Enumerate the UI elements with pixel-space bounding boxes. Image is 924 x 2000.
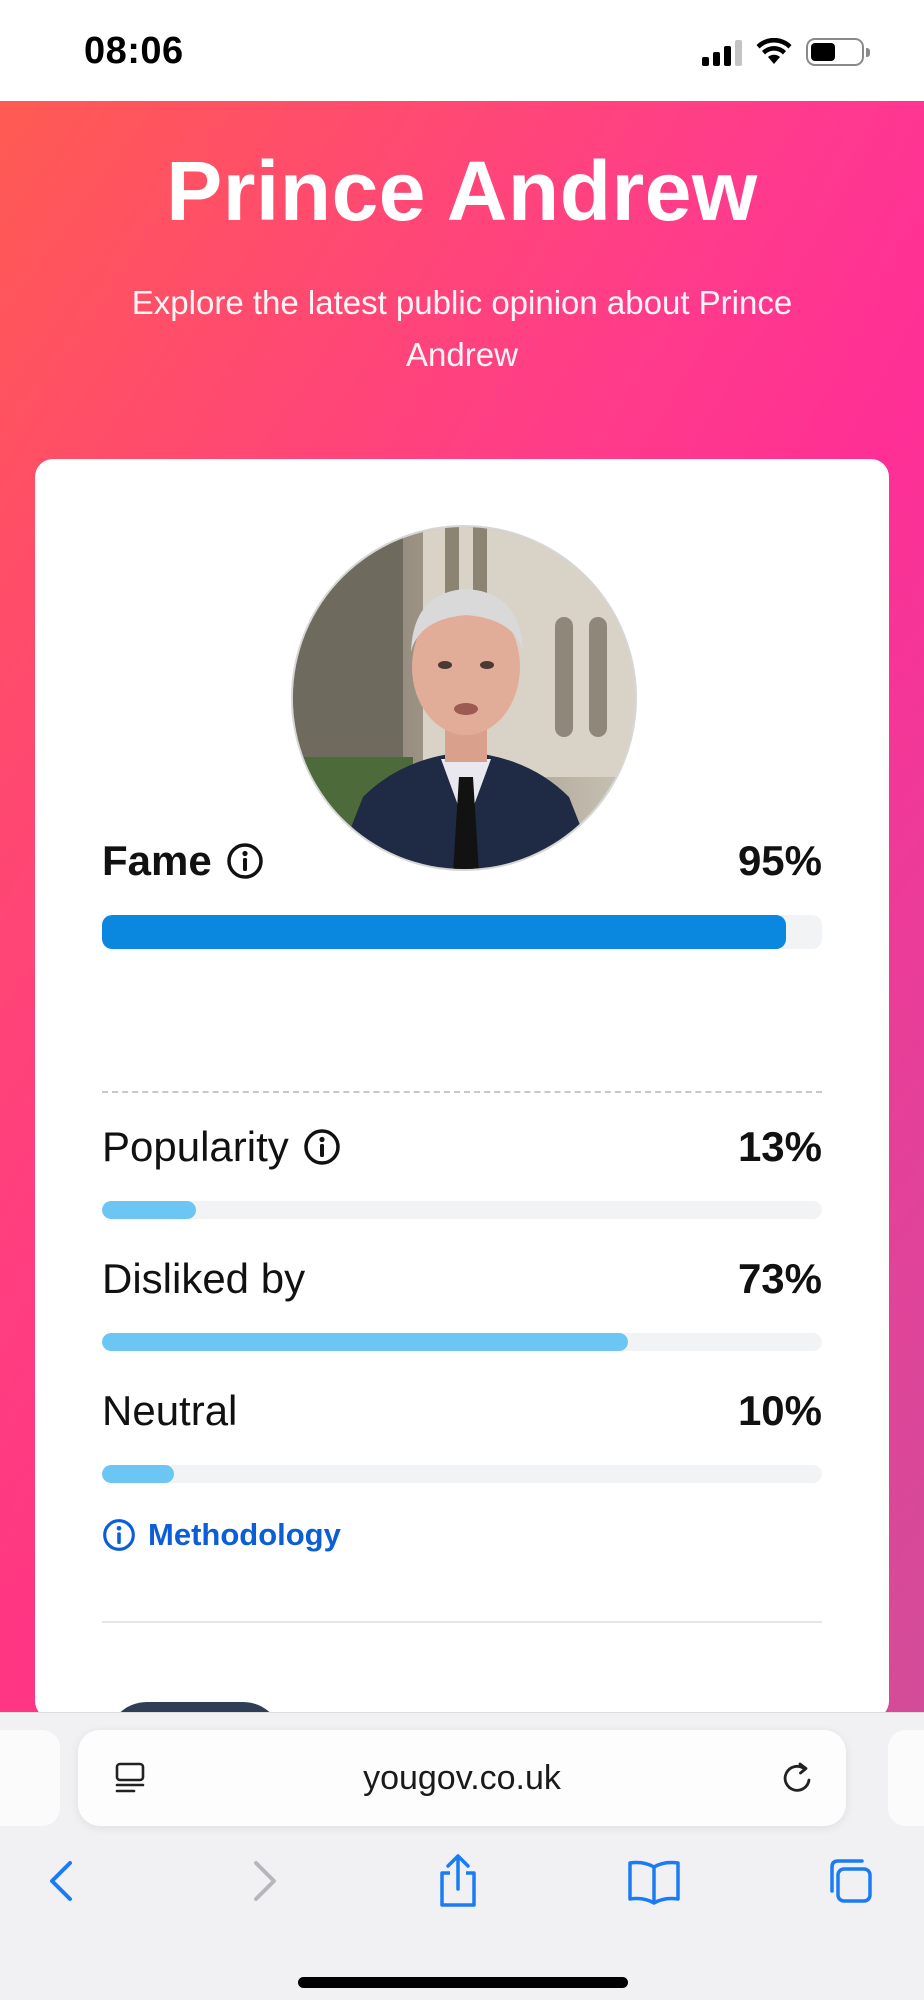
section-divider bbox=[102, 1621, 822, 1623]
metric-fame: Fame 95% bbox=[102, 837, 822, 949]
metric-popularity: Popularity 13% bbox=[102, 1123, 822, 1219]
metric-popularity-value: 13% bbox=[737, 1123, 822, 1170]
disliked-bar-fill bbox=[102, 1333, 628, 1351]
browser-chrome: yougov.co.uk bbox=[0, 1712, 924, 2000]
metric-disliked-value: 73% bbox=[737, 1255, 822, 1302]
cellular-signal-icon bbox=[702, 38, 742, 66]
back-button[interactable] bbox=[30, 1849, 94, 1913]
wifi-icon bbox=[756, 38, 792, 64]
back-icon bbox=[50, 1861, 72, 1901]
popularity-bar-fill bbox=[102, 1201, 196, 1219]
popularity-info-icon[interactable] bbox=[303, 1128, 341, 1166]
metric-neutral: Neutral 10% bbox=[102, 1387, 822, 1483]
profile-photo bbox=[291, 525, 637, 871]
fame-bar-fill bbox=[102, 915, 786, 949]
browser-toolbar bbox=[0, 1849, 924, 1929]
metric-popularity-label-group: Popularity bbox=[102, 1123, 341, 1171]
methodology-label: Methodology bbox=[148, 1517, 341, 1552]
status-icons bbox=[702, 34, 870, 70]
neutral-bar-track bbox=[102, 1465, 822, 1483]
share-icon bbox=[440, 1854, 476, 1907]
neutral-bar-fill bbox=[102, 1465, 174, 1483]
forward-icon bbox=[254, 1861, 276, 1901]
url-text: yougov.co.uk bbox=[363, 1758, 561, 1797]
metric-fame-label-group: Fame bbox=[102, 837, 264, 885]
fame-info-icon[interactable] bbox=[226, 842, 264, 880]
bookmarks-icon bbox=[628, 1860, 680, 1905]
profile-photo-illustration bbox=[293, 527, 635, 869]
address-bar[interactable]: yougov.co.uk bbox=[78, 1730, 846, 1826]
status-bar: 08:06 bbox=[0, 0, 924, 101]
methodology-info-icon bbox=[103, 1519, 135, 1551]
battery-icon bbox=[806, 38, 870, 66]
bookmarks-button[interactable] bbox=[622, 1849, 686, 1913]
metric-neutral-value: 10% bbox=[737, 1387, 822, 1434]
metric-disliked-label: Disliked by bbox=[102, 1255, 306, 1302]
next-tab-preview[interactable] bbox=[888, 1730, 924, 1826]
page-subtitle: Explore the latest public opinion about … bbox=[131, 284, 793, 373]
metrics-divider bbox=[102, 1091, 822, 1093]
metric-disliked: Disliked by 73% bbox=[102, 1255, 822, 1351]
battery-fill bbox=[811, 43, 835, 61]
fame-bar-track bbox=[102, 915, 822, 949]
forward-button[interactable] bbox=[232, 1849, 296, 1913]
popularity-bar-track bbox=[102, 1201, 822, 1219]
previous-tab-preview[interactable] bbox=[0, 1730, 60, 1826]
opinion-card: Fame 95% Popularity 13% Disliked by 73% … bbox=[35, 459, 889, 1742]
reload-icon[interactable] bbox=[778, 1758, 818, 1798]
page-menu-icon[interactable] bbox=[112, 1760, 148, 1796]
share-button[interactable] bbox=[426, 1849, 490, 1913]
page-title: Prince Andrew bbox=[166, 144, 758, 238]
home-indicator[interactable] bbox=[298, 1977, 628, 1988]
status-time: 08:06 bbox=[84, 30, 184, 72]
metric-fame-label: Fame bbox=[102, 837, 212, 884]
metric-fame-value: 95% bbox=[737, 837, 822, 884]
tabs-button[interactable] bbox=[818, 1849, 882, 1913]
metric-popularity-label: Popularity bbox=[102, 1123, 289, 1170]
tabs-icon bbox=[830, 1859, 872, 1903]
disliked-bar-track bbox=[102, 1333, 822, 1351]
metric-neutral-label: Neutral bbox=[102, 1387, 238, 1434]
methodology-link[interactable]: Methodology bbox=[102, 1517, 341, 1553]
